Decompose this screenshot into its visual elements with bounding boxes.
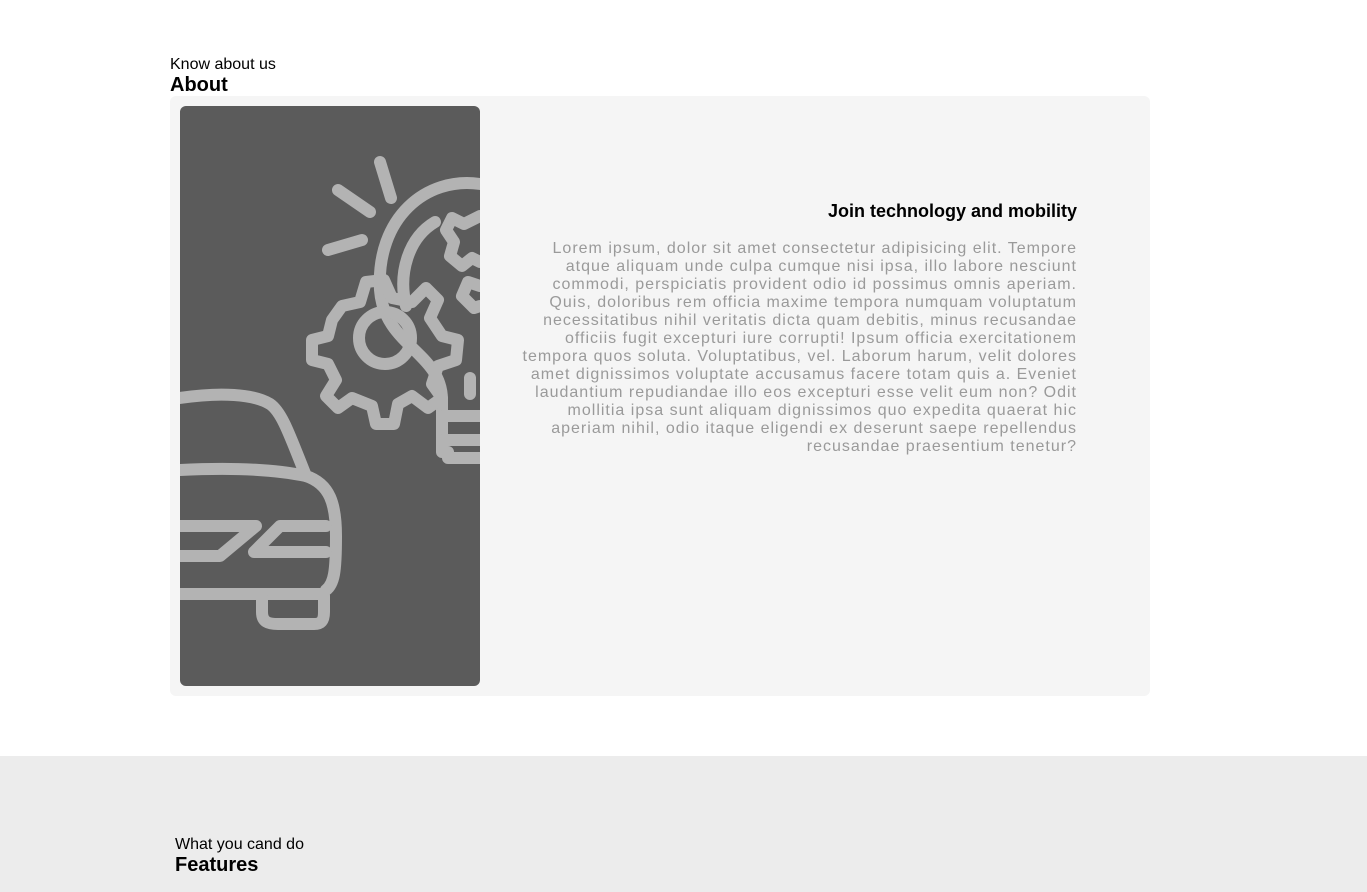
features-heading: Features [175, 854, 259, 876]
car-icon [180, 388, 342, 630]
about-heading: About [170, 74, 228, 96]
about-section: Know about us About Join technology and … [0, 0, 1367, 756]
features-kicker: What you cand do [175, 836, 304, 853]
technology-mobility-illustration [180, 156, 480, 630]
card-body-text: Lorem ipsum, dolor sit amet consectetur … [522, 240, 1077, 455]
illustration-panel [180, 106, 480, 686]
card-title: Join technology and mobility [827, 201, 1077, 221]
card-text-block: Join technology and mobility Lorem ipsum… [510, 200, 1078, 456]
features-section: What you cand do Features [0, 756, 1367, 892]
about-kicker: Know about us [170, 56, 276, 73]
about-card: Join technology and mobility Lorem ipsum… [170, 96, 1150, 696]
gear-icon-small [440, 210, 480, 314]
light-rays-icon [322, 156, 397, 256]
